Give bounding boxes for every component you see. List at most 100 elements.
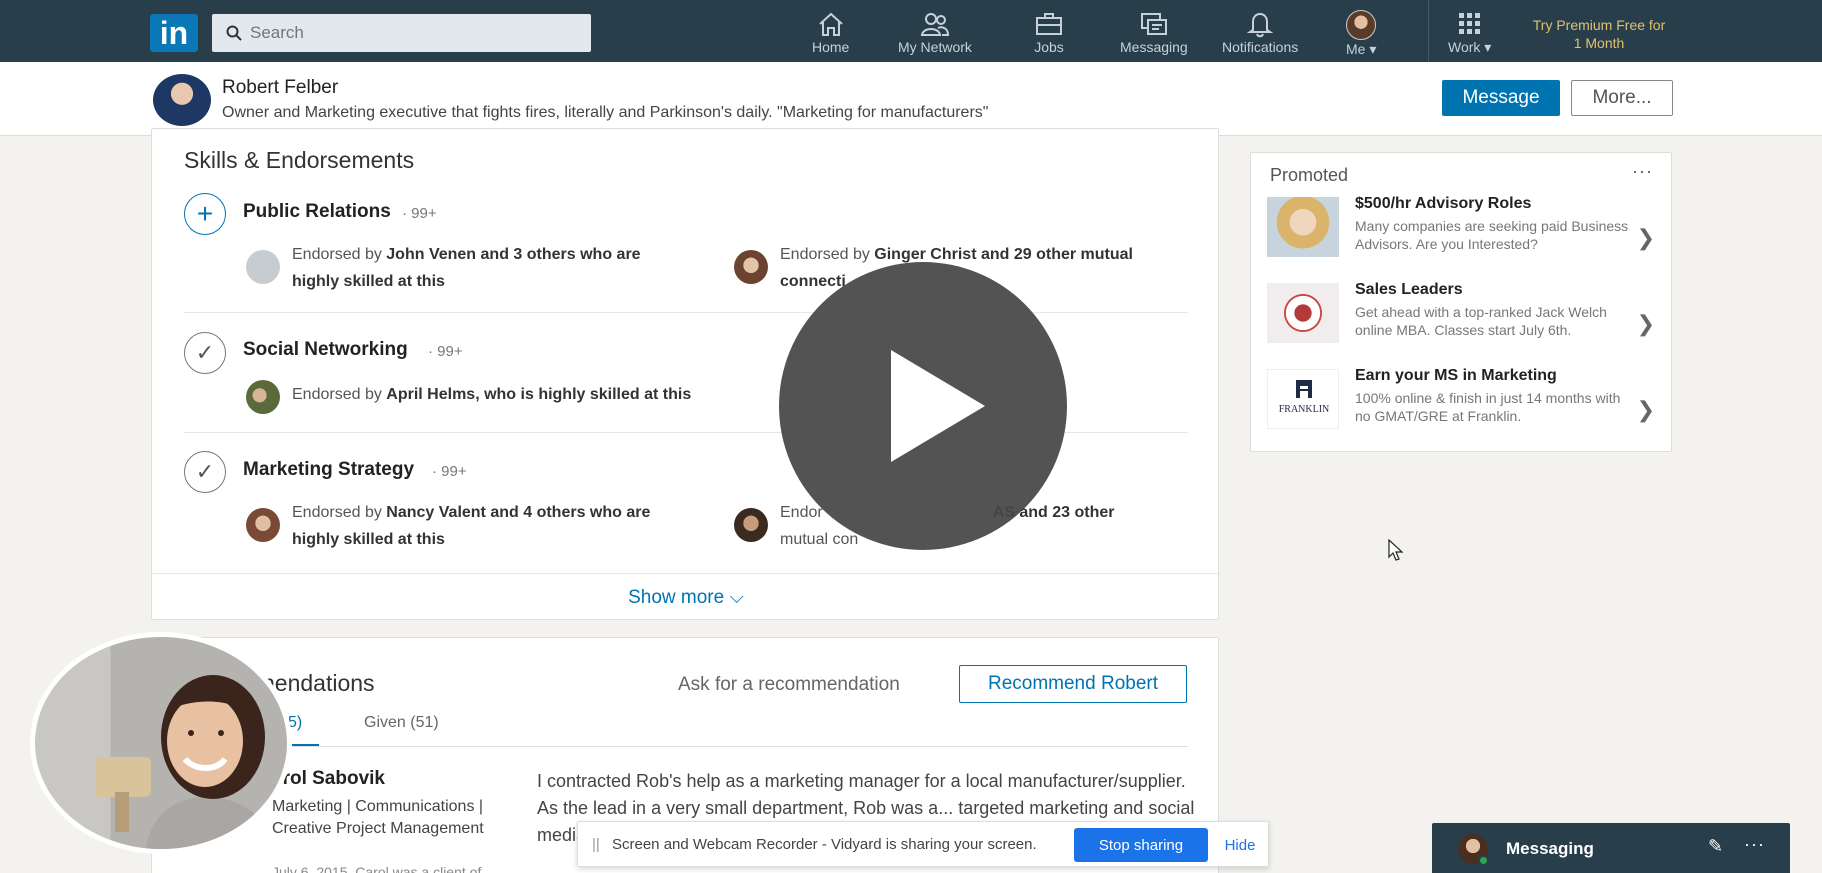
- nav-jobs-label: Jobs: [1034, 39, 1064, 55]
- recommendation-date: July 6, 2015, Carol was a client of: [272, 864, 482, 873]
- promoted-card: Promoted ··· $500/hr Advisory Roles Many…: [1250, 152, 1672, 452]
- nav-jobs[interactable]: Jobs: [1034, 10, 1064, 60]
- share-status-text: Screen and Webcam Recorder - Vidyard is …: [612, 836, 1037, 853]
- endorse-plus-icon[interactable]: +: [184, 193, 226, 235]
- nav-home[interactable]: Home: [812, 10, 849, 60]
- grid-icon: [1458, 13, 1480, 34]
- messaging-label: Messaging: [1506, 839, 1594, 858]
- promo-title: Sales Leaders: [1355, 281, 1463, 298]
- endorser-avatar: [246, 380, 280, 414]
- profile-name: Robert Felber: [222, 77, 339, 98]
- endorsed-check-icon[interactable]: ✓: [184, 451, 226, 493]
- endorser-avatar: [246, 250, 280, 284]
- video-play-button[interactable]: [779, 262, 1067, 550]
- franklin-logo-text: FRANKLIN: [1278, 404, 1330, 415]
- stop-sharing-button[interactable]: Stop sharing: [1074, 828, 1208, 862]
- promo-title: $500/hr Advisory Roles: [1355, 195, 1532, 212]
- chevron-right-icon: ❯: [1636, 311, 1655, 336]
- endorsement-text[interactable]: Endorsed by April Helms, who is highly s…: [292, 381, 812, 408]
- search-input[interactable]: [250, 23, 570, 43]
- jack-welch-seal-icon: [1267, 283, 1339, 343]
- endorsement-names: April Helms, who is highly skilled at th…: [386, 386, 692, 403]
- chevron-right-icon: ❯: [1636, 225, 1655, 250]
- franklin-logo: FRANKLIN: [1267, 369, 1339, 429]
- more-options-icon[interactable]: ···: [1744, 834, 1765, 855]
- network-icon: [920, 13, 949, 36]
- nav-notifications-label: Notifications: [1222, 39, 1299, 55]
- skill-name[interactable]: Public Relations: [243, 201, 391, 223]
- webcam-person-image: [95, 675, 274, 849]
- nav-divider: [1428, 0, 1429, 62]
- nav-my-network-label: My Network: [898, 39, 972, 55]
- top-nav: in Home My Network Jobs Messaging Notifi…: [0, 0, 1822, 62]
- endorser-avatar: [734, 250, 768, 284]
- recommendations-title: nendations: [262, 670, 375, 696]
- message-button[interactable]: Message: [1442, 80, 1560, 116]
- linkedin-logo[interactable]: in: [150, 14, 198, 52]
- promo-desc: Get ahead with a top-ranked Jack Welch o…: [1355, 304, 1607, 338]
- promoted-item[interactable]: Sales Leaders Get ahead with a top-ranke…: [1267, 281, 1659, 363]
- promo-image: [1267, 197, 1339, 257]
- tabs-divider: [184, 746, 1188, 747]
- drag-handle-icon[interactable]: ||: [592, 836, 600, 853]
- online-status-icon: [1478, 855, 1489, 866]
- skill-count: · 99+: [432, 463, 467, 480]
- endorsement-prefix: Endorsed by: [292, 246, 387, 263]
- skill-name[interactable]: Marketing Strategy: [243, 459, 414, 481]
- tab-given[interactable]: Given (51): [364, 714, 439, 732]
- play-icon: [891, 350, 985, 462]
- nav-me[interactable]: Me ▾: [1346, 10, 1376, 60]
- nav-notifications[interactable]: Notifications: [1222, 10, 1298, 60]
- promo-title: Earn your MS in Marketing: [1355, 367, 1557, 384]
- recommender-role: Marketing | Communications | Creative Pr…: [272, 798, 484, 837]
- endorsement-prefix: Endorsed by: [292, 504, 387, 521]
- endorsement-prefix: Endorsed by: [780, 246, 875, 263]
- skill-name[interactable]: Social Networking: [243, 339, 408, 361]
- skill-count: · 99+: [428, 343, 463, 360]
- avatar: [1346, 10, 1377, 40]
- search-box[interactable]: [212, 14, 591, 52]
- mouse-cursor-icon: [1388, 539, 1404, 561]
- endorsement-text[interactable]: Endorsed by John Venen and 3 others who …: [292, 241, 692, 295]
- try-premium-link[interactable]: Try Premium Free for 1 Month: [1528, 16, 1670, 52]
- skills-title: Skills & Endorsements: [184, 147, 415, 173]
- nav-me-label: Me ▾: [1346, 41, 1377, 57]
- promoted-item[interactable]: FRANKLIN Earn your MS in Marketing 100% …: [1267, 367, 1659, 449]
- endorser-avatar: [734, 508, 768, 542]
- more-options-icon[interactable]: ···: [1632, 161, 1653, 182]
- chevron-right-icon: ❯: [1636, 397, 1655, 422]
- skill-count: · 99+: [402, 205, 437, 222]
- promo-desc: 100% online & finish in just 14 months w…: [1355, 390, 1621, 424]
- endorsed-check-icon[interactable]: ✓: [184, 332, 226, 374]
- webcam-bubble[interactable]: [30, 632, 292, 854]
- screen-share-bar: || Screen and Webcam Recorder - Vidyard …: [577, 821, 1269, 867]
- hide-button[interactable]: Hide: [1218, 828, 1262, 862]
- endorsement-text[interactable]: Endorsed by Nancy Valent and 4 others wh…: [292, 499, 682, 553]
- nav-messaging-label: Messaging: [1120, 39, 1188, 55]
- messaging-dock[interactable]: Messaging ✎ ···: [1432, 823, 1790, 873]
- profile-headline: Owner and Marketing executive that fight…: [222, 104, 989, 121]
- show-more-button[interactable]: Show more ⌵: [152, 573, 1220, 621]
- nav-home-label: Home: [812, 39, 850, 55]
- recommend-button[interactable]: Recommend Robert: [959, 665, 1187, 703]
- promoted-item[interactable]: $500/hr Advisory Roles Many companies ar…: [1267, 195, 1659, 277]
- more-button[interactable]: More...: [1571, 80, 1673, 116]
- endorsement-prefix: Endorsed by: [292, 386, 387, 403]
- compose-icon[interactable]: ✎: [1708, 836, 1723, 857]
- promo-desc: Many companies are seeking paid Business…: [1355, 218, 1629, 252]
- bell-icon: [1246, 12, 1274, 38]
- nav-my-network[interactable]: My Network: [898, 10, 972, 60]
- recommender-name[interactable]: arol Sabovik: [272, 768, 385, 790]
- profile-sticky-header: Robert Felber Owner and Marketing execut…: [0, 62, 1822, 136]
- franklin-arch-icon: [1296, 380, 1312, 398]
- messaging-icon: [1140, 13, 1167, 35]
- nav-work[interactable]: Work ▾: [1448, 10, 1491, 60]
- home-icon: [818, 12, 843, 36]
- search-icon: [226, 25, 242, 41]
- nav-work-label: Work ▾: [1448, 39, 1492, 55]
- ask-recommendation-link[interactable]: Ask for a recommendation: [678, 674, 900, 696]
- briefcase-icon: [1036, 13, 1062, 35]
- nav-messaging[interactable]: Messaging: [1120, 10, 1188, 60]
- profile-avatar[interactable]: [153, 74, 211, 126]
- endorser-avatar: [246, 508, 280, 542]
